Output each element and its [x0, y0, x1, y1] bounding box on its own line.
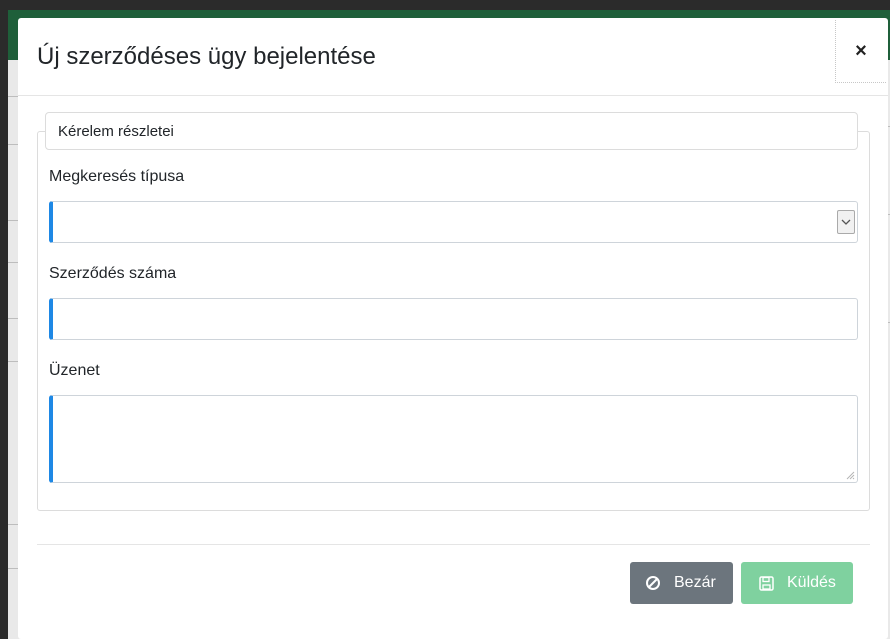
contract-number-input[interactable] — [49, 298, 858, 340]
resize-grip-icon[interactable] — [845, 470, 855, 480]
dialog-header: Új szerződéses ügy bejelentése × — [18, 18, 888, 96]
message-label: Üzenet — [49, 362, 100, 379]
request-details-legend: Kérelem részletei — [45, 112, 858, 150]
close-button-label: Bezár — [674, 574, 716, 591]
request-type-select[interactable] — [49, 201, 858, 243]
close-dialog-button[interactable]: × — [835, 20, 886, 83]
fieldset-legend-text: Kérelem részletei — [58, 122, 174, 140]
send-button[interactable]: Küldés — [741, 562, 853, 604]
close-button[interactable]: Bezár — [630, 562, 733, 604]
close-icon: × — [855, 39, 867, 62]
new-contract-case-dialog: Új szerződéses ügy bejelentése × Kérelem… — [18, 18, 888, 639]
message-textarea[interactable] — [49, 395, 858, 483]
send-button-label: Küldés — [787, 574, 836, 591]
contract-number-label: Szerződés száma — [49, 265, 177, 282]
ban-icon — [644, 574, 662, 592]
dialog-title: Új szerződéses ügy bejelentése — [37, 43, 376, 70]
request-type-label: Megkeresés típusa — [49, 168, 185, 185]
dropdown-toggle[interactable] — [837, 210, 855, 234]
footer-divider — [37, 544, 870, 545]
chevron-down-icon — [841, 219, 851, 225]
floppy-disk-icon — [757, 574, 775, 592]
